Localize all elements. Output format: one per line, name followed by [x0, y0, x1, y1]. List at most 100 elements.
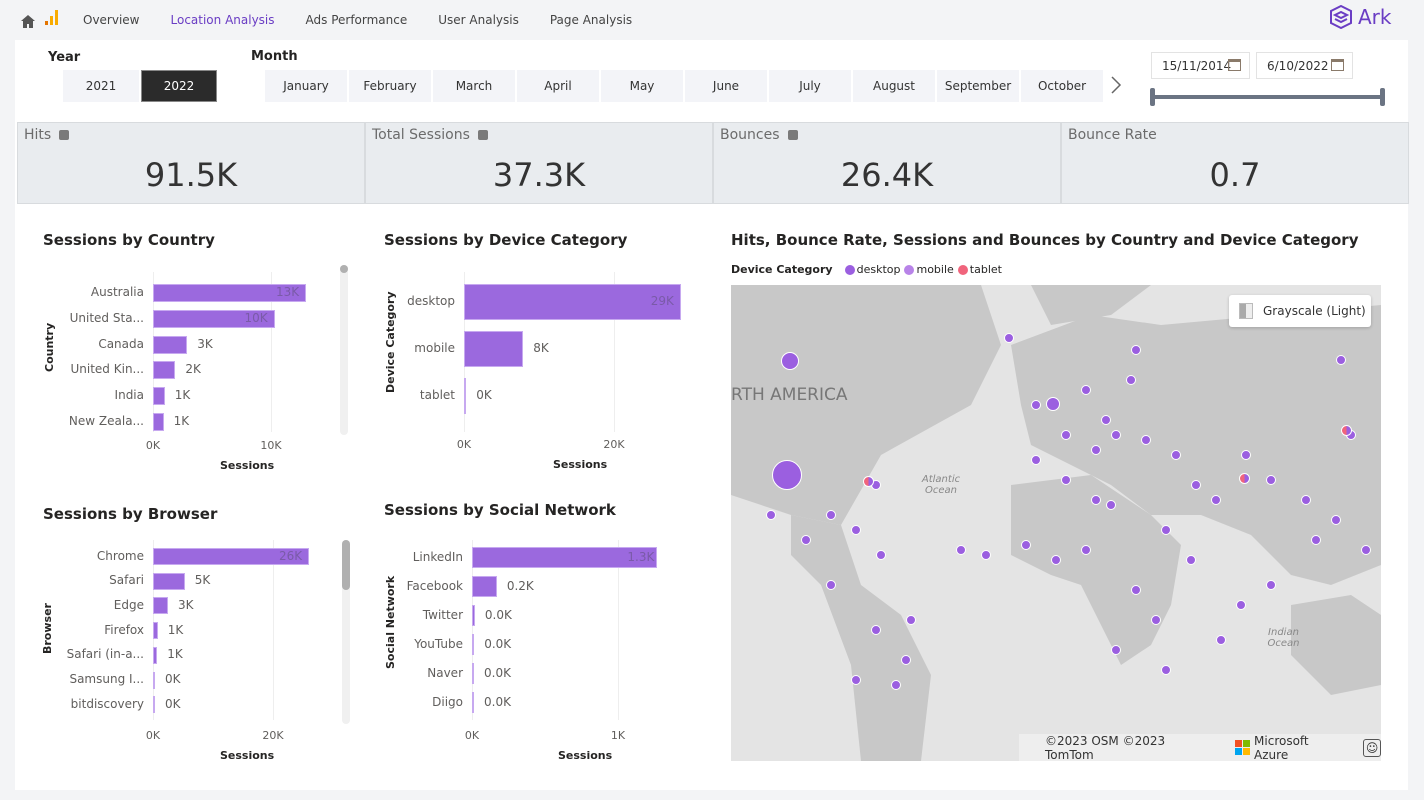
map-bubble[interactable]	[1266, 580, 1276, 590]
map-bubble[interactable]	[1131, 345, 1141, 355]
map-bubble[interactable]	[781, 352, 799, 370]
map-bubble[interactable]	[826, 510, 836, 520]
map-bubble[interactable]	[863, 476, 874, 487]
map-bubble[interactable]	[1171, 450, 1181, 460]
map-bubble[interactable]	[1046, 397, 1060, 411]
tab-location-analysis[interactable]: Location Analysis	[171, 13, 275, 27]
map-bubble[interactable]	[1361, 545, 1371, 555]
map-bubble[interactable]	[1161, 525, 1171, 535]
map-bubble[interactable]	[1091, 445, 1101, 455]
map-bubble[interactable]	[1341, 425, 1352, 436]
map-bubble[interactable]	[1021, 540, 1031, 550]
map-bubble[interactable]	[1061, 475, 1071, 485]
info-icon[interactable]	[787, 130, 798, 140]
map-bubble[interactable]	[891, 680, 901, 690]
month-may-button[interactable]: May	[601, 70, 683, 102]
map-bubble[interactable]	[1151, 615, 1161, 625]
scrollbar-thumb[interactable]	[342, 540, 350, 590]
bar[interactable]	[472, 605, 475, 626]
bar[interactable]	[153, 646, 158, 664]
tab-user-analysis[interactable]: User Analysis	[438, 13, 519, 27]
map-bubble[interactable]	[1031, 455, 1041, 465]
legend-item-desktop[interactable]: desktop	[857, 263, 901, 276]
bar[interactable]	[472, 634, 475, 655]
calendar-icon[interactable]	[1331, 59, 1344, 71]
start-date-input[interactable]: 15/11/2014	[1151, 52, 1250, 79]
map-bubble[interactable]	[876, 550, 886, 560]
tab-page-analysis[interactable]: Page Analysis	[550, 13, 632, 27]
month-september-button[interactable]: September	[937, 70, 1019, 102]
map-bubble[interactable]	[1311, 535, 1321, 545]
legend-item-tablet[interactable]: tablet	[970, 263, 1002, 276]
map-bubble[interactable]	[1051, 555, 1061, 565]
calendar-icon[interactable]	[1228, 59, 1241, 71]
bar[interactable]	[153, 335, 188, 354]
map-bubble[interactable]	[1106, 500, 1116, 510]
map-bubble[interactable]	[1191, 480, 1201, 490]
map-bubble[interactable]	[956, 545, 966, 555]
month-july-button[interactable]: July	[769, 70, 851, 102]
end-date-input[interactable]: 6/10/2022	[1256, 52, 1353, 79]
feedback-smiley-icon[interactable]: ☺	[1363, 738, 1381, 757]
map-bubble[interactable]	[1216, 635, 1226, 645]
map-bubble[interactable]	[1141, 435, 1151, 445]
scrollbar[interactable]	[340, 265, 348, 435]
month-june-button[interactable]: June	[685, 70, 767, 102]
map-bubble[interactable]	[981, 550, 991, 560]
map-bubble[interactable]	[1081, 385, 1091, 395]
months-next-chevron-icon[interactable]	[1110, 76, 1122, 94]
map-bubble[interactable]	[1111, 645, 1121, 655]
map-bubble[interactable]	[1266, 475, 1276, 485]
bar[interactable]	[464, 331, 524, 367]
bar[interactable]	[472, 576, 497, 597]
map-bubble[interactable]	[1126, 375, 1136, 385]
map-bubble[interactable]	[1004, 333, 1014, 343]
slider-start-handle[interactable]	[1150, 88, 1155, 106]
map-bubble[interactable]	[851, 525, 861, 535]
month-april-button[interactable]: April	[517, 70, 599, 102]
bar[interactable]	[153, 696, 155, 714]
bar[interactable]	[472, 692, 474, 713]
bar[interactable]	[464, 378, 467, 414]
bar[interactable]	[472, 663, 474, 684]
year-2022-button[interactable]: 2022	[141, 70, 217, 102]
map-bubble[interactable]	[1241, 450, 1251, 460]
month-february-button[interactable]: February	[349, 70, 431, 102]
map-bubble[interactable]	[1081, 545, 1091, 555]
map-bubble[interactable]	[801, 535, 811, 545]
info-icon[interactable]	[59, 130, 70, 140]
scrollbar-thumb[interactable]	[340, 265, 348, 273]
month-march-button[interactable]: March	[433, 70, 515, 102]
slider-end-handle[interactable]	[1380, 88, 1385, 106]
bar[interactable]	[153, 622, 158, 640]
map-bubble[interactable]	[826, 580, 836, 590]
map-bubble[interactable]	[1131, 585, 1141, 595]
map-style-button[interactable]: Grayscale (Light)	[1229, 295, 1371, 327]
month-october-button[interactable]: October	[1021, 70, 1103, 102]
info-icon[interactable]	[477, 130, 488, 140]
bar[interactable]	[153, 413, 164, 431]
bar[interactable]	[153, 387, 165, 406]
map-bubble[interactable]	[1336, 355, 1346, 365]
map-bubble[interactable]	[1111, 430, 1121, 440]
month-august-button[interactable]: August	[853, 70, 935, 102]
map-bubble[interactable]	[1211, 495, 1221, 505]
bar[interactable]	[153, 597, 168, 615]
map-bubble[interactable]	[1236, 600, 1246, 610]
bar[interactable]	[153, 361, 176, 380]
map-bubble[interactable]	[1301, 495, 1311, 505]
map-bubble[interactable]	[906, 615, 916, 625]
month-january-button[interactable]: January	[265, 70, 347, 102]
map-bubble[interactable]	[1031, 400, 1041, 410]
map-bubble[interactable]	[1091, 495, 1101, 505]
map-bubble[interactable]	[1239, 473, 1250, 484]
map-bubble[interactable]	[851, 675, 861, 685]
date-range-slider[interactable]	[1151, 95, 1385, 99]
tab-overview[interactable]: Overview	[83, 13, 140, 27]
bar[interactable]	[464, 284, 681, 320]
bar[interactable]	[153, 572, 185, 590]
bar[interactable]	[153, 671, 155, 689]
tab-ads-performance[interactable]: Ads Performance	[306, 13, 408, 27]
map-bubble[interactable]	[1101, 415, 1111, 425]
legend-item-mobile[interactable]: mobile	[916, 263, 953, 276]
